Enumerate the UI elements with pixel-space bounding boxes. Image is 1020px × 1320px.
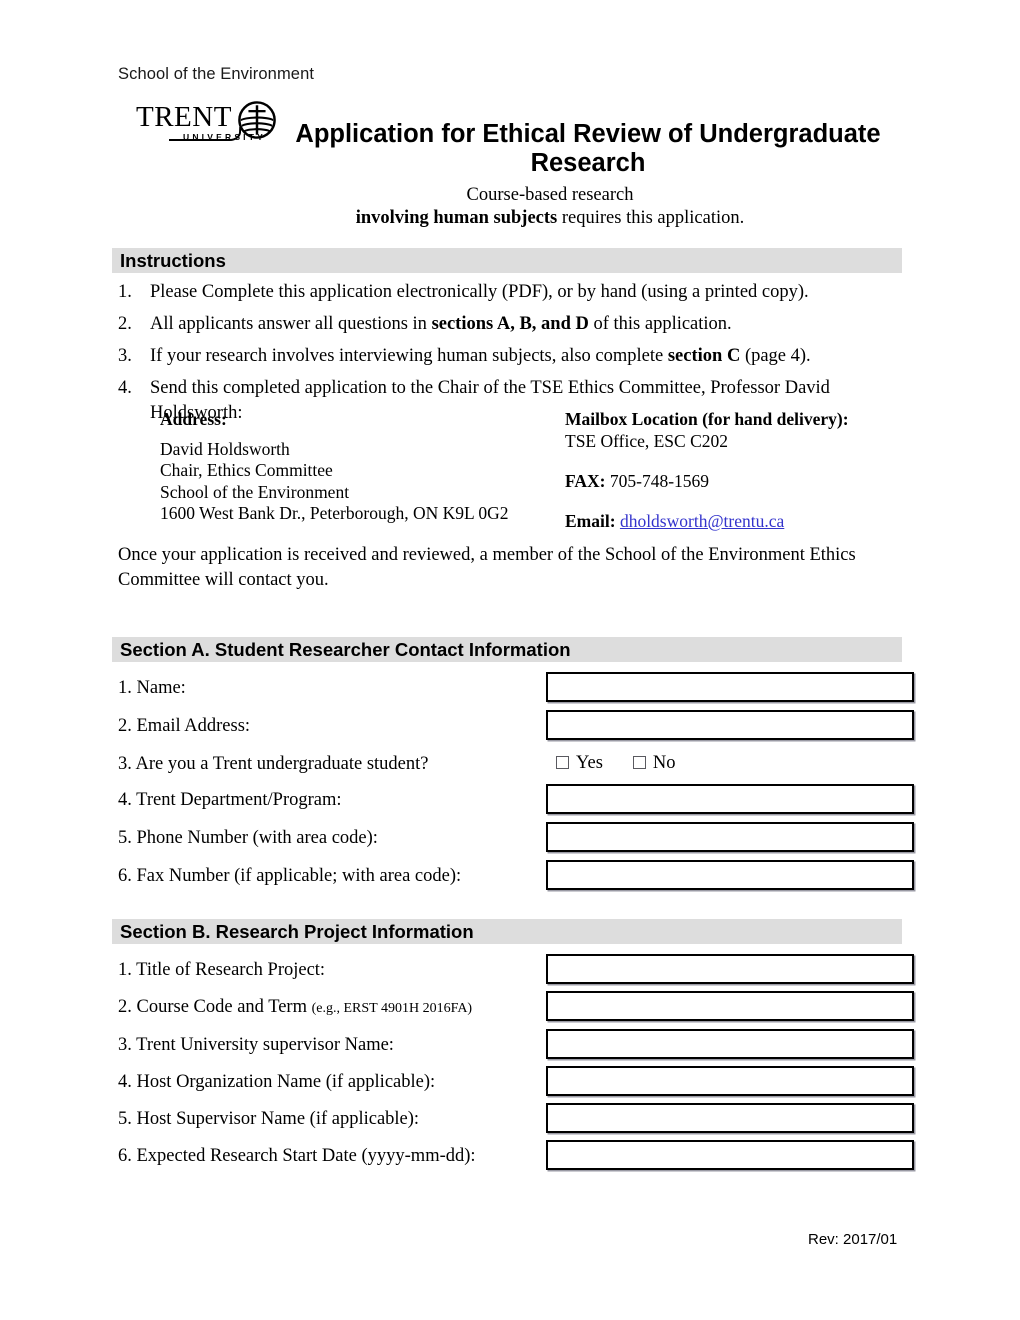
list-item-number: 2. (118, 314, 132, 334)
form-row-host-org: 4. Host Organization Name (if applicable… (118, 1066, 918, 1100)
email-address-input[interactable] (546, 710, 914, 740)
email-link[interactable]: dholdsworth@trentu.ca (620, 511, 784, 531)
list-item-text-post: of this application. (588, 314, 732, 334)
form-label: 2. Email Address: (118, 716, 251, 736)
form-label-main: 2. Course Code and Term (118, 997, 312, 1017)
form-label: 5. Phone Number (with area code): (118, 828, 378, 848)
form-row-start-date: 6. Expected Research Start Date (yyyy-mm… (118, 1140, 918, 1174)
subtitle-line-2: involving human subjects requires this a… (200, 207, 900, 230)
form-label: 4. Trent Department/Program: (118, 790, 342, 810)
form-label: 3. Are you a Trent undergraduate student… (118, 754, 429, 774)
form-row-email: 2. Email Address: (118, 710, 918, 744)
form-label-example: (e.g., ERST 4901H 2016FA) (311, 1001, 473, 1016)
section-a-heading: Section A. Student Researcher Contact In… (120, 639, 571, 660)
form-label: 4. Host Organization Name (if applicable… (118, 1072, 436, 1092)
list-item-text: If your research involves interviewing h… (150, 346, 668, 366)
list-item-number: 4. (118, 378, 132, 398)
form-label: 5. Host Supervisor Name (if applicable): (118, 1109, 420, 1129)
form-label: 1. Name: (118, 678, 186, 698)
address-line: Chair, Ethics Committee (160, 460, 333, 480)
trent-university-logo: TRENT UNIVERSITY (136, 101, 284, 147)
form-row-project-title: 1. Title of Research Project: (118, 954, 918, 988)
fax-row: FAX: 705-748-1569 (565, 471, 849, 493)
project-title-input[interactable] (546, 954, 914, 984)
list-item: 1. Please Complete this application elec… (118, 280, 908, 305)
address-line: 1600 West Bank Dr., Peterborough, ON K9L… (160, 503, 509, 523)
email-label: Email: (565, 510, 616, 531)
closing-paragraph: Once your application is received and re… (118, 545, 856, 590)
form-row-fax: 6. Fax Number (if applicable; with area … (118, 860, 918, 894)
fax-value: 705-748-1569 (605, 471, 710, 491)
form-row-host-supervisor: 5. Host Supervisor Name (if applicable): (118, 1103, 918, 1137)
address-line: School of the Environment (160, 481, 350, 502)
form-row-department: 4. Trent Department/Program: (118, 784, 918, 818)
section-b-heading: Section B. Research Project Information (120, 921, 474, 942)
list-item: 3. If your research involves interviewin… (118, 344, 908, 369)
instructions-header-bar: Instructions (112, 248, 902, 273)
mailbox-heading: Mailbox Location (for hand delivery): (565, 409, 849, 429)
list-item-text-post: (page 4). (740, 346, 811, 366)
revision-footer: Rev: 2017/01 (808, 1231, 898, 1248)
list-item-number: 3. (118, 346, 132, 366)
checkbox-no[interactable] (632, 756, 646, 769)
course-code-term-input[interactable] (546, 991, 914, 1021)
section-b-header-bar: Section B. Research Project Information (112, 919, 902, 944)
list-item-text: Please Complete this application electro… (150, 282, 809, 302)
mailing-address-block: Address: David Holdsworth Chair, Ethics … (160, 409, 509, 525)
mailbox-value: TSE Office, ESC C202 (565, 430, 729, 451)
section-a-header-bar: Section A. Student Researcher Contact In… (112, 637, 902, 662)
host-organization-name-input[interactable] (546, 1066, 914, 1096)
checkbox-no-label: No (652, 753, 676, 773)
address-line: David Holdsworth (160, 438, 290, 459)
fax-number-input[interactable] (546, 860, 914, 890)
form-row-supervisor: 3. Trent University supervisor Name: (118, 1029, 918, 1063)
list-item-text: All applicants answer all questions in (150, 314, 432, 334)
document-page: School of the Environment TRENT UNIVERSI… (0, 0, 1020, 1320)
department-line: School of the Environment (118, 65, 315, 83)
page-title: Application for Ethical Review of Underg… (295, 120, 881, 177)
subtitle-line-1: Course-based research (466, 185, 634, 205)
department-program-input[interactable] (546, 784, 914, 814)
form-row-undergraduate: 3. Are you a Trent undergraduate student… (118, 748, 918, 782)
fax-label: FAX: (565, 471, 606, 491)
expected-start-date-input[interactable] (546, 1140, 914, 1170)
form-label: 1. Title of Research Project: (118, 960, 326, 980)
list-item-bold: sections A, B, and D (431, 314, 589, 334)
checkbox-yes[interactable] (556, 756, 569, 769)
name-input[interactable] (546, 672, 914, 702)
address-heading: Address: (160, 409, 227, 429)
trent-supervisor-name-input[interactable] (546, 1029, 914, 1059)
phone-number-input[interactable] (546, 822, 914, 852)
undergraduate-checkbox-group: Yes No (556, 753, 706, 774)
form-label: 6. Fax Number (if applicable; with area … (118, 866, 462, 886)
form-label: 6. Expected Research Start Date (yyyy-mm… (118, 1146, 476, 1166)
mailbox-location-block: Mailbox Location (for hand delivery): TS… (565, 409, 849, 532)
form-label: 2. Course Code and Term (e.g., ERST 4901… (118, 995, 472, 1021)
page-subtitle: Course-based research involving human su… (200, 184, 900, 230)
form-row-phone: 5. Phone Number (with area code): (118, 822, 918, 856)
form-row-name: 1. Name: (118, 672, 918, 706)
form-row-course-code: 2. Course Code and Term (e.g., ERST 4901… (118, 991, 918, 1025)
list-item-bold: section C (667, 346, 741, 366)
subtitle-bold-phrase: involving human subjects (355, 208, 558, 228)
form-label: 3. Trent University supervisor Name: (118, 1035, 394, 1055)
list-item-number: 1. (118, 282, 132, 302)
subtitle-rest: requires this application. (557, 208, 745, 228)
email-row: Email: dholdsworth@trentu.ca (565, 511, 849, 533)
host-supervisor-name-input[interactable] (546, 1103, 914, 1133)
list-item: 2. All applicants answer all questions i… (118, 312, 908, 337)
instructions-heading: Instructions (120, 250, 226, 271)
checkbox-yes-label: Yes (576, 753, 603, 773)
